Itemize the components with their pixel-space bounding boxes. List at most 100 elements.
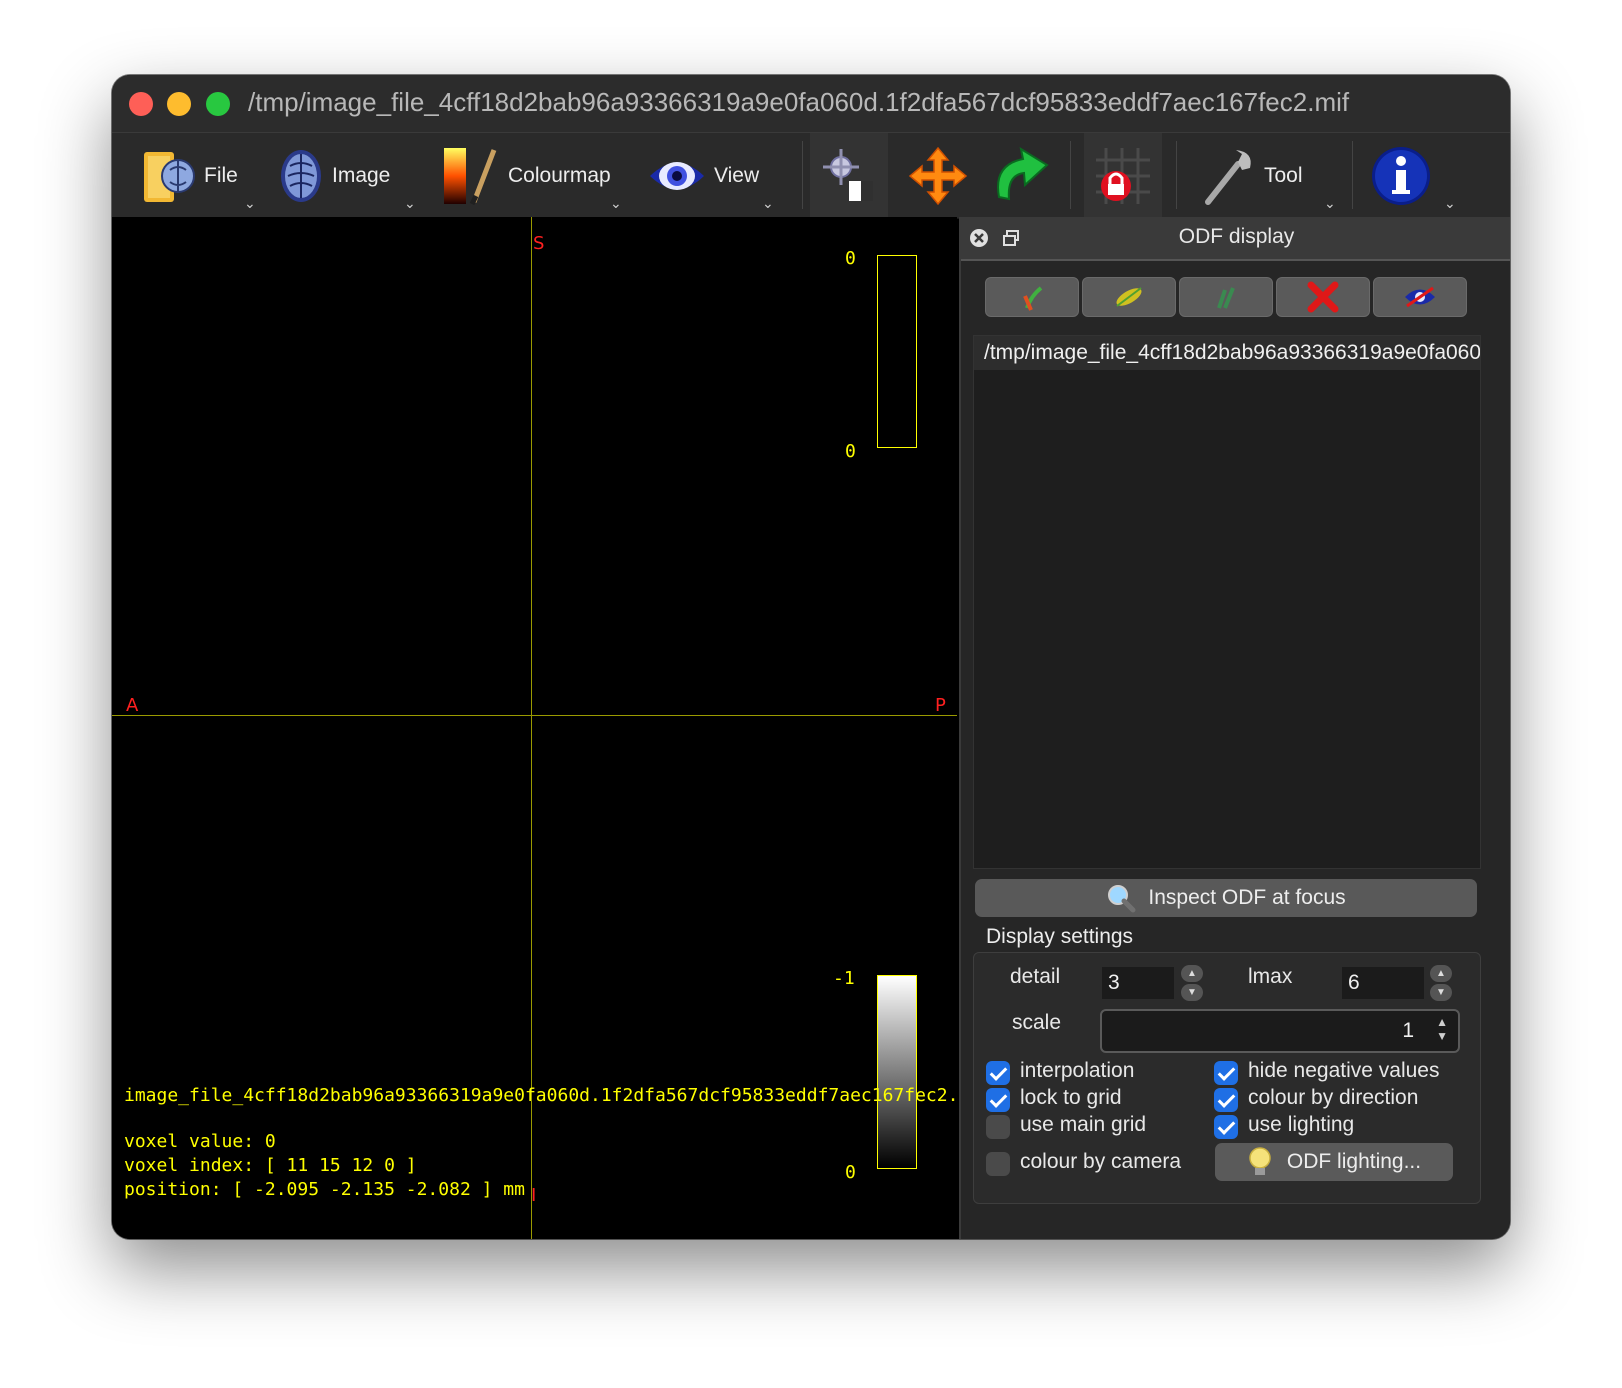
use-main-grid-checkbox[interactable] xyxy=(986,1115,1010,1139)
wrench-icon xyxy=(1205,149,1251,205)
lmax-label: lmax xyxy=(1248,965,1293,988)
inspect-odf-button[interactable]: Inspect ODF at focus xyxy=(975,879,1477,917)
detail-stepper[interactable]: ▲ ▼ xyxy=(1181,965,1203,1001)
focus-mode-button[interactable] xyxy=(810,133,888,218)
colourmap-icon xyxy=(444,147,497,205)
colour-by-camera-checkbox[interactable] xyxy=(986,1152,1010,1176)
file-menu-button[interactable]: File ⌄ xyxy=(140,133,256,218)
interpolation-label: interpolation xyxy=(1020,1059,1135,1082)
colorbar2-max-label: -1 xyxy=(833,968,855,989)
scale-value: 1 xyxy=(1402,1019,1414,1042)
eye-icon xyxy=(650,161,704,190)
red-x-icon xyxy=(1307,281,1339,313)
toolbar-separator xyxy=(1352,141,1353,209)
magnifier-icon xyxy=(1108,885,1136,913)
detail-spinbox[interactable]: 3 xyxy=(1102,967,1174,999)
minimize-window-button[interactable] xyxy=(167,92,191,116)
odf-lighting-button[interactable]: ODF lighting... xyxy=(1215,1143,1453,1181)
close-image-button[interactable] xyxy=(1276,277,1370,317)
orientation-inferior: I xyxy=(531,1185,537,1206)
chevron-down-icon: ⌄ xyxy=(244,195,256,211)
window-title: /tmp/image_file_4cff18d2bab96a93366319a9… xyxy=(248,87,1350,117)
hide-negative-values-label: hide negative values xyxy=(1248,1059,1440,1082)
colour-by-camera-label: colour by camera xyxy=(1020,1150,1182,1173)
lmax-stepper[interactable]: ▲ ▼ xyxy=(1430,965,1452,1001)
tool-menu-label: Tool xyxy=(1264,163,1303,187)
image-filename-overlay: image_file_4cff18d2bab96a93366319a9e0fa0… xyxy=(124,1085,955,1106)
colorbar-1 xyxy=(877,255,917,448)
voxel-index-readout: voxel index: [ 11 15 12 0 ] xyxy=(124,1155,417,1176)
open-tensor-button[interactable] xyxy=(1082,277,1176,317)
move-mode-button[interactable] xyxy=(902,133,974,218)
colorbar1-max-label: 0 xyxy=(845,248,856,269)
colourmap-menu-label: Colourmap xyxy=(508,163,611,187)
open-odf-image-button[interactable] xyxy=(985,277,1079,317)
colour-by-direction-label: colour by direction xyxy=(1248,1086,1419,1109)
view-menu-label: View xyxy=(714,163,760,187)
open-sh-icon xyxy=(1023,286,1043,311)
colour-by-direction-checkbox[interactable] xyxy=(1214,1088,1238,1112)
use-lighting-checkbox[interactable] xyxy=(1214,1115,1238,1139)
lock-grid-icon xyxy=(1096,147,1150,204)
chevron-down-icon[interactable]: ▼ xyxy=(1430,984,1452,1001)
display-settings-title: Display settings xyxy=(986,925,1134,948)
image-menu-label: Image xyxy=(332,163,391,187)
use-main-grid-label: use main grid xyxy=(1020,1113,1147,1136)
rotate-mode-button[interactable] xyxy=(984,133,1056,218)
scale-stepper-icon[interactable]: ▲ ▼ xyxy=(1436,1015,1448,1043)
odf-lighting-label: ODF lighting... xyxy=(1286,1150,1422,1173)
orientation-posterior: P xyxy=(935,695,946,716)
crosshair-focus-icon xyxy=(823,148,873,201)
toolbar-separator xyxy=(1070,141,1071,209)
snap-to-grid-button[interactable] xyxy=(1084,133,1162,218)
rotate-arrow-icon xyxy=(997,146,1049,200)
panel-header: ODF display xyxy=(961,217,1510,261)
chevron-down-icon[interactable]: ▼ xyxy=(1181,984,1203,1001)
voxel-value-readout: voxel value: 0 xyxy=(124,1131,276,1152)
detail-label: detail xyxy=(1010,965,1061,988)
move-arrows-icon xyxy=(908,146,968,205)
colourmap-menu-button[interactable]: Colourmap ⌄ xyxy=(440,133,622,218)
inspect-odf-label: Inspect ODF at focus xyxy=(1148,886,1346,909)
colorbar-2 xyxy=(877,975,917,1169)
chevron-down-icon: ⌄ xyxy=(1444,195,1456,211)
image-menu-button[interactable]: Image ⌄ xyxy=(278,133,416,218)
interpolation-checkbox[interactable] xyxy=(986,1061,1010,1085)
orientation-anterior: A xyxy=(126,695,139,716)
file-menu-label: File xyxy=(204,163,238,187)
view-menu-button[interactable]: View ⌄ xyxy=(648,133,774,218)
image-viewport[interactable]: S A P I 0 0 -1 0 image_file_4cff18d2bab9… xyxy=(112,217,957,1239)
chevron-up-icon[interactable]: ▲ xyxy=(1181,965,1203,982)
use-lighting-label: use lighting xyxy=(1248,1113,1355,1136)
chevron-down-icon: ⌄ xyxy=(1324,195,1336,211)
tool-menu-button[interactable]: Tool ⌄ xyxy=(1202,133,1336,218)
crosshair-horizontal xyxy=(112,715,957,716)
scale-spinbox[interactable]: 1 ▲ ▼ xyxy=(1100,1009,1460,1053)
open-dixel-button[interactable] xyxy=(1179,277,1273,317)
close-window-button[interactable] xyxy=(129,92,153,116)
position-readout: position: [ -2.095 -2.135 -2.082 ] mm xyxy=(124,1179,525,1200)
list-item[interactable]: /tmp/image_file_4cff18d2bab96a93366319a9… xyxy=(974,336,1480,370)
chevron-down-icon: ⌄ xyxy=(404,195,416,211)
odf-display-panel: ODF display /tmp/image_file_4cff18d2bab9… xyxy=(959,217,1510,1239)
toolbar-separator xyxy=(1176,141,1177,209)
chevron-up-icon[interactable]: ▲ xyxy=(1430,965,1452,982)
colorbar2-min-label: 0 xyxy=(845,1162,856,1183)
orientation-superior: S xyxy=(533,233,545,254)
hide-all-button[interactable] xyxy=(1373,277,1467,317)
folder-icon xyxy=(144,151,195,202)
hide-negative-values-checkbox[interactable] xyxy=(1214,1061,1238,1085)
lightbulb-icon xyxy=(1249,1147,1271,1175)
info-menu-button[interactable]: ⌄ xyxy=(1370,133,1456,218)
brain-icon xyxy=(281,149,321,202)
open-tensor-icon xyxy=(1116,287,1142,307)
app-window: /tmp/image_file_4cff18d2bab96a93366319a9… xyxy=(112,75,1510,1239)
info-icon xyxy=(1372,146,1430,205)
lock-to-grid-checkbox[interactable] xyxy=(986,1088,1010,1112)
lmax-spinbox[interactable]: 6 xyxy=(1342,967,1424,999)
scale-label: scale xyxy=(1012,1011,1062,1034)
title-bar: /tmp/image_file_4cff18d2bab96a93366319a9… xyxy=(112,75,1510,132)
zoom-window-button[interactable] xyxy=(206,92,230,116)
colorbar1-min-label: 0 xyxy=(845,441,856,462)
odf-image-list[interactable]: /tmp/image_file_4cff18d2bab96a93366319a9… xyxy=(973,335,1481,869)
